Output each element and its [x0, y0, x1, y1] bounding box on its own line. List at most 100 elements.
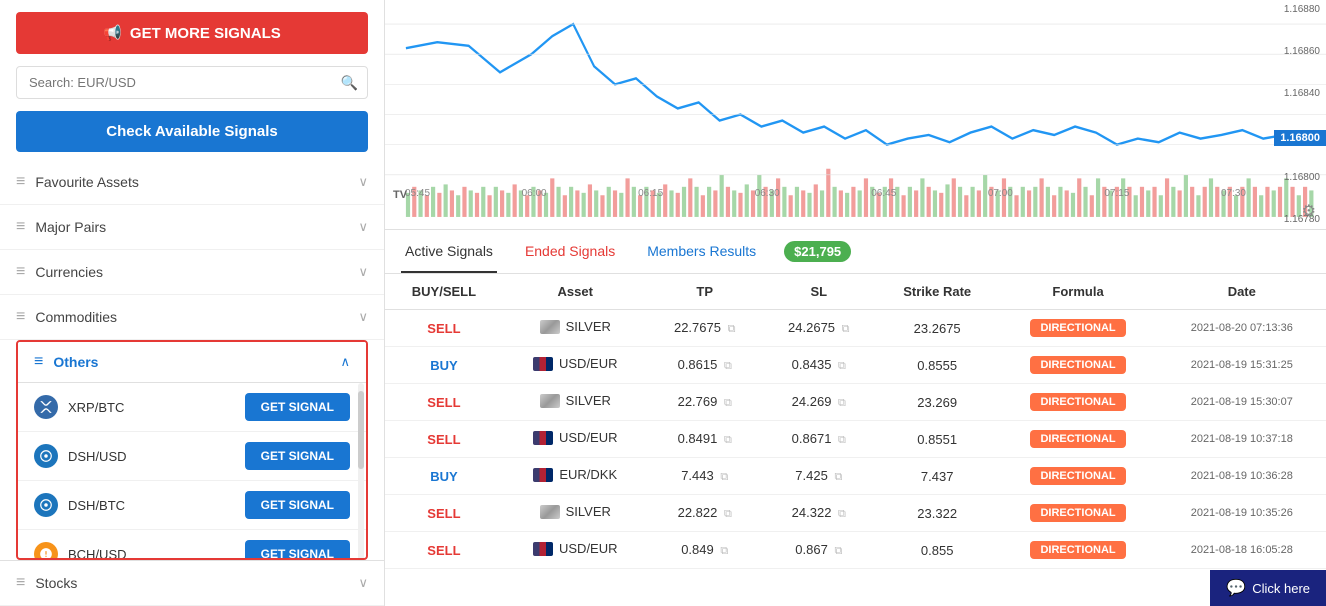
search-icon: 🔍	[341, 74, 358, 91]
cell-type: SELL	[385, 384, 503, 421]
cell-sl: 0.8435 ⧉	[762, 347, 876, 384]
get-more-signals-button[interactable]: 📢 GET MORE SIGNALS	[16, 12, 368, 54]
col-strike: Strike Rate	[876, 274, 999, 310]
list-icon: ≡	[16, 218, 25, 236]
signals-table: BUY/SELL Asset TP SL Strike Rate Formula…	[385, 274, 1326, 569]
time-label: 07:30	[1221, 188, 1246, 199]
col-buy-sell: BUY/SELL	[385, 274, 503, 310]
price-tick: 1.16800	[1284, 172, 1320, 183]
col-sl: SL	[762, 274, 876, 310]
get-signal-bchusd-button[interactable]: GET SIGNAL	[245, 540, 350, 560]
cell-type: SELL	[385, 310, 503, 347]
cell-type: SELL	[385, 532, 503, 569]
check-signals-label: Check Available Signals	[106, 123, 277, 140]
cell-strike: 0.8555	[876, 347, 999, 384]
cell-asset: USD/EUR	[503, 532, 648, 569]
favourite-label: Favourite Assets	[35, 174, 358, 190]
cell-strike: 7.437	[876, 458, 999, 495]
sidebar-item-major[interactable]: ≡ Major Pairs ∨	[0, 205, 384, 250]
xrp-icon	[34, 395, 58, 419]
others-label: Others	[53, 354, 340, 370]
cell-sl: 24.322 ⧉	[762, 495, 876, 532]
table-row: SELL SILVER 22.769 ⧉ 24.269 ⧉ 23.269 DIR…	[385, 384, 1326, 421]
sidebar-item-others[interactable]: ≡ Others ∧	[18, 342, 366, 383]
chart-settings-icon[interactable]: ⚙	[1302, 201, 1316, 221]
get-signal-dshbtc-button[interactable]: GET SIGNAL	[245, 491, 350, 519]
cell-tp: 0.8491 ⧉	[648, 421, 762, 458]
list-item: BCH/USD GET SIGNAL	[18, 530, 366, 560]
asset-list: XRP/BTC GET SIGNAL DSH/USD GET SIGNAL DS…	[18, 383, 366, 560]
time-label: 06:15	[638, 188, 663, 199]
cell-formula: DIRECTIONAL	[999, 310, 1158, 347]
tabs-bar: Active Signals Ended Signals Members Res…	[385, 230, 1326, 274]
tradingview-logo: TV	[393, 189, 407, 201]
chevron-down-icon: ∨	[358, 264, 368, 280]
asset-name: BCH/USD	[68, 547, 235, 561]
signals-table-wrap: BUY/SELL Asset TP SL Strike Rate Formula…	[385, 274, 1326, 606]
tab-members-results[interactable]: Members Results	[643, 231, 760, 273]
cell-date: 2021-08-19 10:36:28	[1158, 458, 1326, 495]
cell-strike: 0.8551	[876, 421, 999, 458]
cell-tp: 22.7675 ⧉	[648, 310, 762, 347]
time-label: 07:15	[1104, 188, 1129, 199]
cell-asset: EUR/DKK	[503, 458, 648, 495]
list-icon: ≡	[16, 574, 25, 592]
major-label: Major Pairs	[35, 219, 358, 235]
sidebar-item-commodities[interactable]: ≡ Commodities ∨	[0, 295, 384, 340]
check-signals-button[interactable]: Check Available Signals	[16, 111, 368, 152]
col-asset: Asset	[503, 274, 648, 310]
sidebar-item-stocks[interactable]: ≡ Stocks ∨	[0, 560, 384, 606]
table-row: BUY USD/EUR 0.8615 ⧉ 0.8435 ⧉ 0.8555 DIR…	[385, 347, 1326, 384]
click-here-label: Click here	[1252, 581, 1310, 596]
tab-active-signals[interactable]: Active Signals	[401, 231, 497, 273]
current-price-label: 1.16800	[1274, 130, 1326, 146]
cell-date: 2021-08-19 15:30:07	[1158, 384, 1326, 421]
cell-formula: DIRECTIONAL	[999, 495, 1158, 532]
table-row: SELL SILVER 22.7675 ⧉ 24.2675 ⧉ 23.2675 …	[385, 310, 1326, 347]
members-badge: $21,795	[784, 241, 851, 262]
time-label: 06:30	[755, 188, 780, 199]
search-wrap: 🔍	[16, 66, 368, 99]
list-item: XRP/BTC GET SIGNAL	[18, 383, 366, 432]
cell-type: BUY	[385, 458, 503, 495]
chevron-down-icon: ∨	[358, 309, 368, 325]
sidebar-item-favourite[interactable]: ≡ Favourite Assets ∨	[0, 160, 384, 205]
cell-formula: DIRECTIONAL	[999, 421, 1158, 458]
signal-icon: 📢	[103, 24, 122, 42]
list-icon: ≡	[16, 263, 25, 281]
price-axis: 1.16880 1.16860 1.16840 1.16820 1.16800 …	[1284, 0, 1320, 229]
asset-name: XRP/BTC	[68, 400, 235, 415]
cell-type: SELL	[385, 495, 503, 532]
cell-tp: 0.8615 ⧉	[648, 347, 762, 384]
price-tick: 1.16840	[1284, 88, 1320, 99]
get-signal-dshusd-button[interactable]: GET SIGNAL	[245, 442, 350, 470]
chat-icon: 💬	[1226, 578, 1246, 598]
col-formula: Formula	[999, 274, 1158, 310]
cell-sl: 0.8671 ⧉	[762, 421, 876, 458]
cell-sl: 7.425 ⧉	[762, 458, 876, 495]
cell-sl: 24.2675 ⧉	[762, 310, 876, 347]
sidebar-item-currencies[interactable]: ≡ Currencies ∨	[0, 250, 384, 295]
main-content: 05:45 06:00 06:15 06:30 06:45 07:00 07:1…	[385, 0, 1326, 606]
click-here-button[interactable]: 💬 Click here	[1210, 570, 1326, 606]
list-item: DSH/USD GET SIGNAL	[18, 432, 366, 481]
search-input[interactable]	[16, 66, 368, 99]
cell-strike: 0.855	[876, 532, 999, 569]
time-label: 06:45	[871, 188, 896, 199]
cell-date: 2021-08-19 10:37:18	[1158, 421, 1326, 458]
list-item: DSH/BTC GET SIGNAL	[18, 481, 366, 530]
cell-asset: USD/EUR	[503, 421, 648, 458]
time-axis: 05:45 06:00 06:15 06:30 06:45 07:00 07:1…	[385, 188, 1266, 199]
cell-tp: 7.443 ⧉	[648, 458, 762, 495]
asset-name: DSH/BTC	[68, 498, 235, 513]
get-signal-xrp-button[interactable]: GET SIGNAL	[245, 393, 350, 421]
cell-formula: DIRECTIONAL	[999, 347, 1158, 384]
cell-formula: DIRECTIONAL	[999, 532, 1158, 569]
asset-name: DSH/USD	[68, 449, 235, 464]
chevron-down-icon: ∨	[358, 575, 368, 591]
tab-ended-signals[interactable]: Ended Signals	[521, 231, 619, 273]
col-date: Date	[1158, 274, 1326, 310]
cell-tp: 22.822 ⧉	[648, 495, 762, 532]
price-tick: 1.16880	[1284, 4, 1320, 15]
cell-tp: 0.849 ⧉	[648, 532, 762, 569]
